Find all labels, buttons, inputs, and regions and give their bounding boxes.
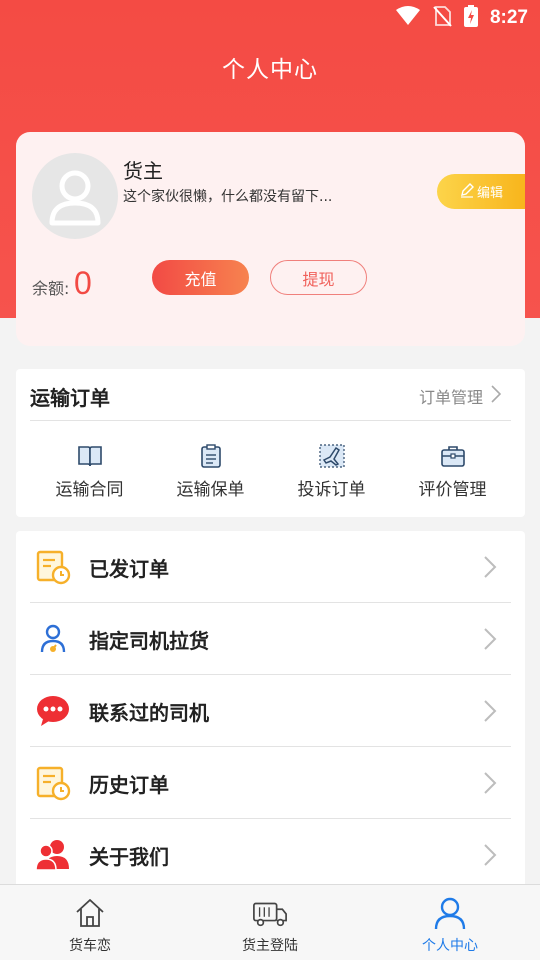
- book-icon: [77, 443, 103, 469]
- tab-label: 个人中心: [422, 938, 478, 954]
- transport-policy-button[interactable]: 运输保单: [150, 443, 271, 500]
- menu-item-about-us[interactable]: 关于我们: [16, 819, 525, 891]
- menu-list: 已发订单 指定司机拉货 联系过的司机 历史订单 关于我们: [16, 531, 525, 891]
- chevron-right-icon: [483, 843, 497, 871]
- clipboard-icon: [198, 443, 224, 469]
- home-icon: [72, 895, 108, 931]
- chevron-right-icon: [491, 385, 502, 407]
- chevron-right-icon: [483, 627, 497, 655]
- menu-item-assign-driver[interactable]: 指定司机拉货: [16, 603, 525, 675]
- chevron-right-icon: [483, 771, 497, 799]
- grid-label: 评价管理: [418, 480, 487, 500]
- divider: [30, 420, 511, 421]
- order-management-label: 订单管理: [418, 388, 483, 407]
- menu-item-label: 历史订单: [89, 773, 169, 797]
- truck-icon: [252, 895, 288, 931]
- chat-bubble-icon: [35, 693, 71, 729]
- edit-label: 编辑: [476, 186, 503, 201]
- edit-profile-button[interactable]: 编辑: [437, 174, 525, 209]
- no-sim-icon: [432, 5, 452, 31]
- menu-item-label: 指定司机拉货: [89, 629, 209, 653]
- menu-item-label: 联系过的司机: [89, 701, 209, 725]
- transport-orders-title: 运输订单: [30, 386, 110, 410]
- battery-charging-icon: [463, 5, 478, 31]
- menu-item-label: 关于我们: [89, 845, 169, 869]
- profile-card: 货主 这个家伙很懒，什么都没有留下... 编辑 余额: 0 充值 提现: [16, 132, 525, 346]
- grid-label: 运输合同: [55, 480, 124, 500]
- transport-contract-button[interactable]: 运输合同: [29, 443, 150, 500]
- menu-item-history-orders[interactable]: 历史订单: [16, 747, 525, 819]
- recharge-button[interactable]: 充值: [152, 260, 249, 295]
- users-icon: [35, 837, 71, 873]
- page-title: 个人中心: [222, 57, 318, 83]
- plane-icon: [318, 443, 345, 469]
- transport-orders-card: 运输订单 订单管理 运输合同 运输保单 投诉订单 评价管理: [16, 369, 525, 517]
- tab-label: 货主登陆: [242, 938, 298, 954]
- balance-label: 余额:: [32, 279, 70, 298]
- menu-item-contacted-drivers[interactable]: 联系过的司机: [16, 675, 525, 747]
- grid-label: 投诉订单: [297, 480, 366, 500]
- status-bar: 8:27: [0, 0, 540, 36]
- tab-home[interactable]: 货车恋: [0, 885, 180, 960]
- chevron-right-icon: [483, 699, 497, 727]
- history-order-icon: [35, 765, 71, 801]
- pencil-icon: [459, 182, 475, 202]
- menu-item-label: 已发订单: [89, 557, 169, 581]
- briefcase-icon: [440, 443, 466, 469]
- balance-value: 0: [74, 265, 92, 301]
- driver-icon: [35, 621, 71, 657]
- wifi-icon: [395, 6, 420, 30]
- complaint-orders-button[interactable]: 投诉订单: [271, 443, 392, 500]
- tab-shipper-login[interactable]: 货主登陆: [180, 885, 360, 960]
- withdraw-button[interactable]: 提现: [270, 260, 367, 295]
- chevron-right-icon: [483, 555, 497, 583]
- tab-profile[interactable]: 个人中心: [360, 885, 540, 960]
- status-time: 8:27: [489, 7, 528, 28]
- avatar-placeholder-icon: [49, 170, 101, 226]
- menu-item-sent-orders[interactable]: 已发订单: [16, 531, 525, 603]
- user-signature: 这个家伙很懒，什么都没有留下...: [123, 189, 333, 205]
- user-name: 货主: [123, 159, 163, 183]
- grid-label: 运输保单: [176, 480, 245, 500]
- tab-label: 货车恋: [69, 938, 111, 954]
- review-management-button[interactable]: 评价管理: [392, 443, 513, 500]
- order-management-link[interactable]: 订单管理: [418, 384, 502, 408]
- person-icon: [432, 895, 468, 931]
- bottom-tab-bar: 货车恋 货主登陆 个人中心: [0, 884, 540, 960]
- avatar[interactable]: [32, 153, 118, 239]
- order-clock-icon: [35, 549, 71, 585]
